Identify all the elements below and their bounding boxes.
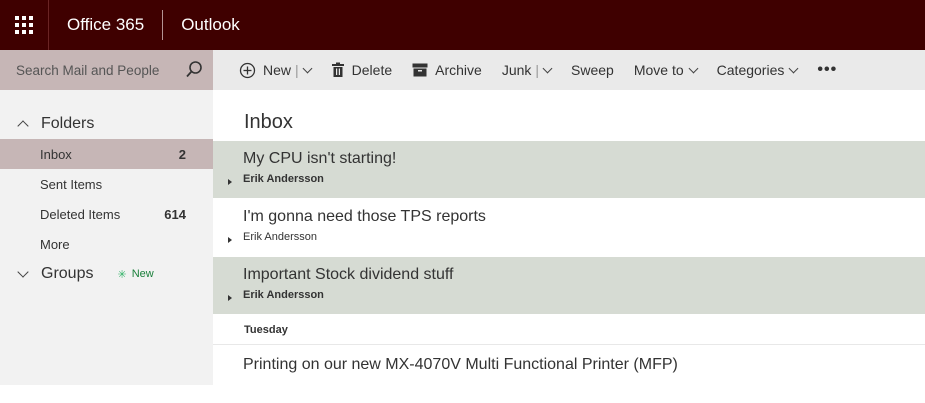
sidebar-item-label: Deleted Items [40, 206, 121, 222]
delete-button[interactable]: Delete [331, 50, 392, 90]
expand-thread-icon[interactable] [228, 237, 232, 243]
search-box [0, 50, 213, 90]
command-bar: New | Delete Archive Junk | Sweep Move t… [213, 50, 925, 90]
message-subject: Printing on our new MX-4070V Multi Funct… [243, 356, 678, 373]
unread-count: 2 [178, 146, 186, 162]
move-to-label: Move to [633, 62, 684, 78]
archive-label: Archive [435, 62, 482, 78]
sidebar-item-label: Sent Items [40, 176, 103, 192]
new-button[interactable]: New | [239, 50, 313, 90]
message-row[interactable]: My CPU isn't starting! Erik Andersson [213, 141, 925, 199]
message-list: Inbox My CPU isn't starting! Erik Anders… [213, 90, 925, 403]
unread-count: 614 [164, 206, 186, 222]
sidebar-item-inbox[interactable]: Inbox 2 [0, 139, 213, 169]
new-badge-label: New [131, 268, 154, 280]
more-actions-button[interactable]: ••• [817, 50, 837, 90]
sidebar-item-more[interactable]: More [0, 229, 213, 259]
chevron-up-icon [17, 120, 29, 132]
expand-thread-icon[interactable] [228, 179, 232, 185]
message-subject: I'm gonna need those TPS reports [243, 208, 486, 225]
move-to-button[interactable]: Move to [633, 50, 699, 90]
trash-icon [331, 62, 344, 77]
groups-label: Groups [41, 265, 94, 282]
expand-thread-icon[interactable] [228, 295, 232, 301]
message-sender: Erik Andersson [243, 173, 324, 185]
archive-icon [412, 63, 428, 77]
folders-heading[interactable]: Folders [0, 109, 213, 139]
groups-heading[interactable]: Groups ✳ New [0, 259, 213, 289]
brand-office365[interactable]: Office 365 [49, 10, 164, 40]
folder-pane: Folders Inbox 2 Sent Items Deleted Items… [0, 90, 213, 385]
plus-circle-icon [239, 62, 256, 78]
sweep-button[interactable]: Sweep [571, 50, 614, 90]
new-badge: ✳ New [117, 268, 153, 281]
message-subject: Important Stock dividend stuff [243, 266, 454, 283]
date-group-header: Tuesday [213, 315, 925, 345]
message-row[interactable]: Important Stock dividend stuff Erik Ande… [213, 257, 925, 315]
message-sender: Erik Andersson [243, 231, 317, 243]
chevron-down-icon [17, 266, 29, 278]
chevron-down-icon [788, 63, 799, 73]
delete-label: Delete [351, 62, 393, 78]
sparkle-icon: ✳ [117, 268, 127, 281]
app-launcher-button[interactable] [0, 0, 49, 50]
categories-button[interactable]: Categories [716, 50, 799, 90]
chevron-down-icon[interactable] [542, 63, 553, 73]
search-input[interactable] [16, 62, 176, 78]
junk-button[interactable]: Junk | [501, 50, 553, 90]
top-bar: Office 365 Outlook [0, 0, 925, 50]
sweep-label: Sweep [571, 62, 614, 78]
junk-label: Junk [501, 62, 532, 78]
sidebar-item-label: Inbox [40, 146, 72, 162]
app-name-outlook[interactable]: Outlook [163, 10, 258, 40]
chevron-down-icon[interactable] [302, 63, 313, 73]
sidebar-item-sent-items[interactable]: Sent Items [0, 169, 213, 199]
message-sender: Erik Andersson [243, 289, 324, 301]
folders-label: Folders [41, 115, 95, 132]
search-icon[interactable] [184, 60, 204, 80]
sidebar-item-label: More [40, 236, 70, 252]
sidebar-item-deleted-items[interactable]: Deleted Items 614 [0, 199, 213, 229]
waffle-icon [15, 16, 33, 34]
new-label: New [263, 62, 292, 78]
archive-button[interactable]: Archive [412, 50, 482, 90]
page-title: Inbox [244, 111, 293, 133]
message-row[interactable]: I'm gonna need those TPS reports Erik An… [213, 199, 925, 257]
message-row[interactable]: Printing on our new MX-4070V Multi Funct… [213, 345, 925, 403]
message-subject: My CPU isn't starting! [243, 150, 397, 167]
chevron-down-icon [688, 63, 699, 73]
categories-label: Categories [716, 62, 785, 78]
